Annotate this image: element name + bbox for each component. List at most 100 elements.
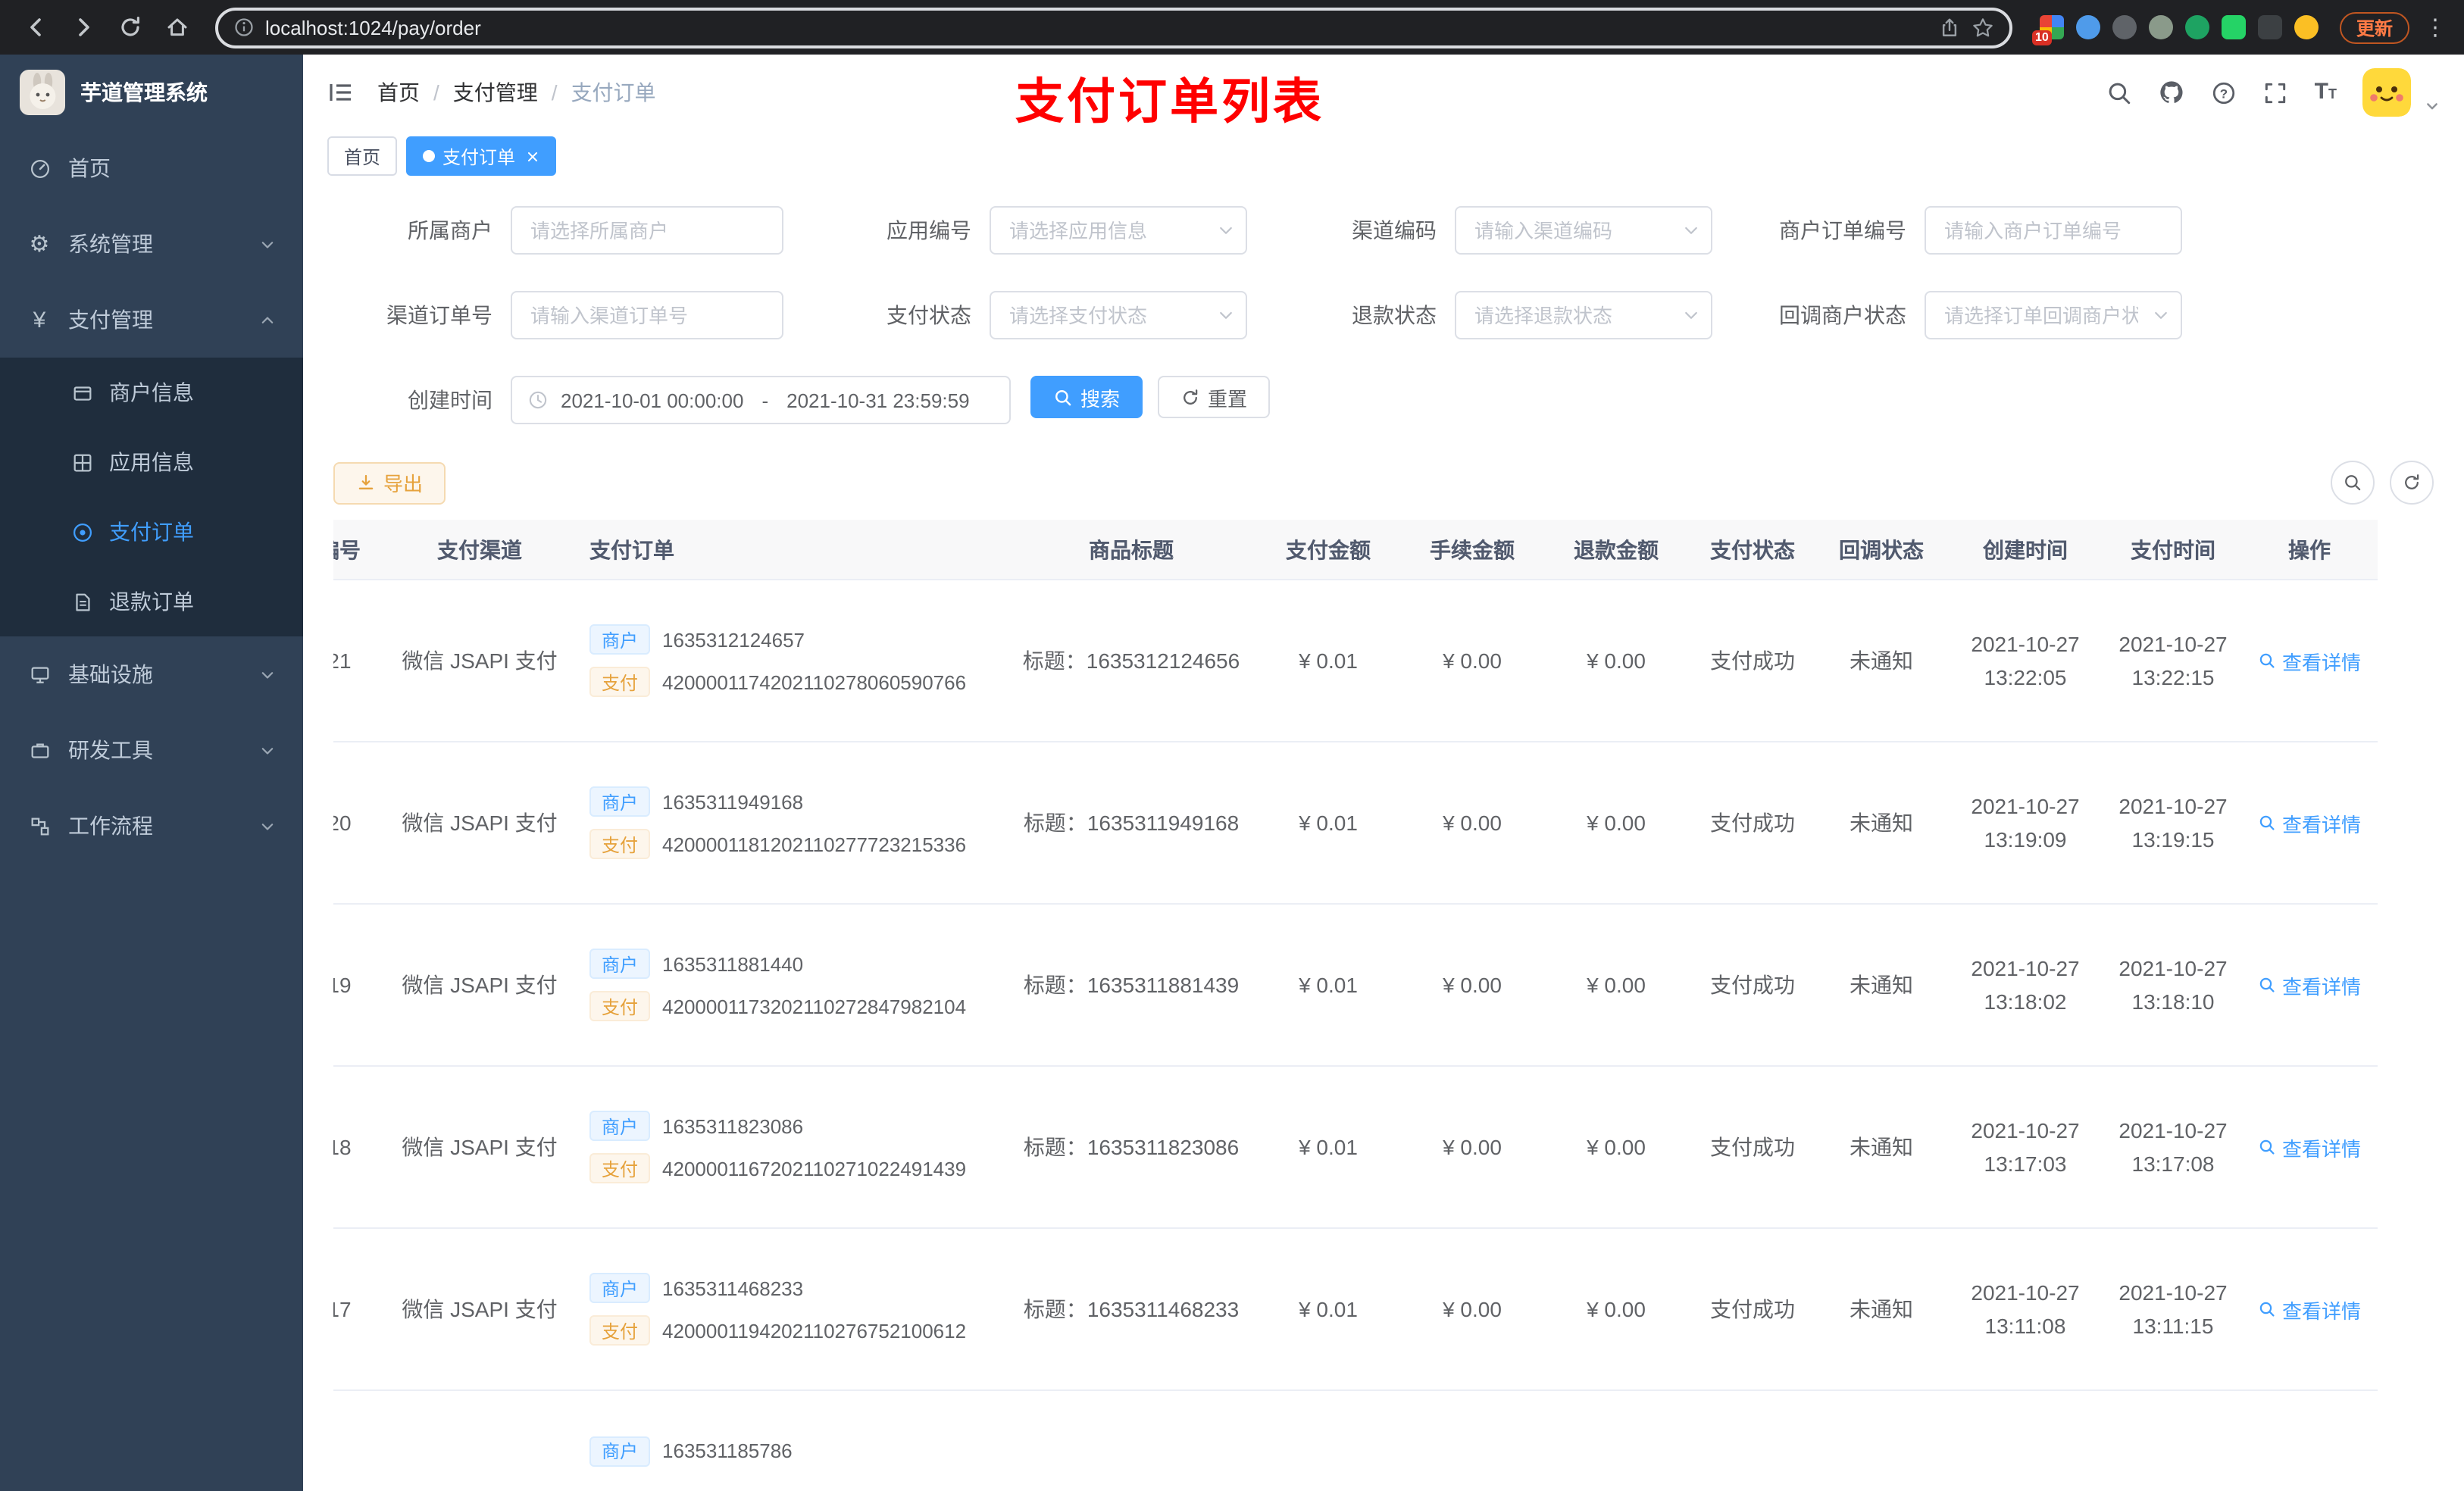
title-prefix: 标题： — [1023, 1297, 1087, 1321]
browser-update-button[interactable]: 更新 — [2339, 11, 2409, 43]
merchant-input[interactable] — [511, 206, 783, 255]
filter-merchant-order-no: 商户订单编号 — [1712, 206, 2182, 255]
reload-icon[interactable] — [109, 7, 150, 48]
view-detail-link[interactable]: 查看详情 — [2258, 971, 2361, 999]
cell-order: 商户 1635311881440 支付 42000011732021102728… — [574, 949, 1006, 1021]
search-button[interactable]: 搜索 — [1030, 376, 1143, 418]
browser-profile-avatar[interactable] — [2294, 15, 2319, 39]
sidebar-item-system[interactable]: ⚙ 系统管理 — [0, 206, 303, 282]
user-avatar[interactable] — [2362, 68, 2411, 117]
sidebar-item-merchant-info[interactable]: 商户信息 — [0, 358, 303, 427]
sidebar-item-refund-order[interactable]: 退款订单 — [0, 567, 303, 636]
pay-order-no: 4200001167202110271022491439 — [662, 1157, 967, 1180]
title-prefix: 标题： — [1022, 649, 1087, 673]
url-bar[interactable]: localhost:1024/pay/order — [215, 7, 2012, 48]
cell-title: 标题：1635311468233 — [1006, 1294, 1256, 1324]
bookmark-star-icon[interactable] — [1972, 16, 1994, 39]
sidebar-item-app-info[interactable]: 应用信息 — [0, 427, 303, 497]
cell-channel: 微信 JSAPI 支付 — [402, 1135, 558, 1159]
toolbar-right — [2331, 461, 2434, 505]
view-detail-link[interactable]: 查看详情 — [2258, 808, 2361, 837]
cell-create-time: 2021-10-27 13:17:03 — [1946, 1113, 2105, 1181]
cell-id: 18 — [333, 1135, 352, 1159]
extension-sage-icon[interactable] — [2148, 15, 2173, 39]
date-separator: - — [761, 389, 769, 411]
extension-drop-icon[interactable] — [2075, 15, 2100, 39]
app-no-select[interactable] — [990, 206, 1247, 255]
fullscreen-icon[interactable] — [2263, 80, 2289, 105]
cell-channel: 微信 JSAPI 支付 — [402, 973, 558, 997]
home-icon[interactable] — [156, 7, 197, 48]
flow-icon — [27, 814, 52, 837]
channel-code-select[interactable] — [1455, 206, 1712, 255]
extension-puzzle-icon[interactable] — [2257, 15, 2282, 39]
help-icon[interactable]: ? — [2212, 80, 2237, 105]
pay-status-select[interactable] — [990, 291, 1247, 339]
cell-status: 支付成功 — [1710, 1135, 1795, 1159]
font-size-icon[interactable]: TT — [2315, 79, 2337, 106]
pay-tag: 支付 — [589, 667, 651, 697]
title-value: 1635311823086 — [1087, 1135, 1240, 1159]
forward-icon[interactable] — [62, 7, 103, 48]
breadcrumb-payment[interactable]: 支付管理 — [453, 77, 538, 108]
tab-home[interactable]: 首页 — [327, 136, 398, 176]
sidebar-item-pay-order[interactable]: 支付订单 — [0, 497, 303, 567]
site-info-icon[interactable] — [233, 17, 255, 38]
cell-pay-time: 2021-10-27 13:17:08 — [2105, 1113, 2241, 1181]
reset-button[interactable]: 重置 — [1158, 376, 1271, 418]
field-label: 所属商户 — [408, 218, 492, 242]
field-label: 渠道编码 — [1352, 218, 1437, 242]
cell-refund: ¥ 0.00 — [1587, 973, 1646, 997]
pay-tag: 支付 — [589, 829, 651, 859]
pay-date: 2021-10-27 — [2118, 631, 2228, 656]
title-prefix: 标题： — [1023, 1135, 1087, 1159]
sidebar-item-devtools[interactable]: 研发工具 — [0, 712, 303, 788]
back-icon[interactable] — [15, 7, 56, 48]
cell-pay-time: 2021-10-27 13:18:10 — [2105, 951, 2241, 1019]
refund-status-select[interactable] — [1455, 291, 1712, 339]
pay-tag: 支付 — [589, 1315, 651, 1346]
sidebar-item-payment[interactable]: ¥ 支付管理 — [0, 282, 303, 358]
search-icon[interactable] — [2107, 80, 2133, 105]
cell-refund: ¥ 0.00 — [1587, 649, 1646, 673]
tab-pay-order[interactable]: 支付订单 — [406, 136, 557, 176]
merchant-order-no-input[interactable] — [1925, 206, 2182, 255]
refresh-button[interactable] — [2390, 461, 2434, 505]
cell-notify: 未通知 — [1850, 649, 1913, 673]
export-button[interactable]: 导出 — [333, 461, 446, 504]
extension-square-icon[interactable] — [2221, 15, 2246, 39]
extension-grid-icon[interactable]: 10 — [2031, 15, 2064, 45]
title-value: 1635312124656 — [1086, 649, 1240, 673]
cell-create-time: 2021-10-27 13:19:09 — [1946, 789, 2105, 857]
sidebar-item-label: 研发工具 — [68, 738, 153, 762]
close-icon[interactable] — [526, 149, 539, 163]
toggle-search-button[interactable] — [2331, 461, 2375, 505]
hamburger-icon[interactable] — [327, 79, 355, 106]
col-header-create-time: 创建时间 — [1983, 537, 2068, 561]
view-detail-link[interactable]: 查看详情 — [2258, 1133, 2361, 1161]
sidebar-item-home[interactable]: 首页 — [0, 130, 303, 206]
view-detail-link[interactable]: 查看详情 — [2258, 1295, 2361, 1324]
pay-time: 13:11:15 — [2132, 1314, 2214, 1338]
github-icon[interactable] — [2159, 79, 2186, 106]
extension-dark-icon[interactable] — [2112, 15, 2137, 39]
date-range-picker[interactable]: 2021-10-01 00:00:00 - 2021-10-31 23:59:5… — [511, 376, 1011, 424]
app-frame: 芋道管理系统 首页 ⚙ 系统管理 ¥ 支付管理 商户信息 应用信息 支付订单 退… — [0, 55, 2464, 1491]
sidebar-item-infra[interactable]: 基础设施 — [0, 636, 303, 712]
cell-channel: 微信 JSAPI 支付 — [402, 811, 558, 835]
pay-order-no: 4200001194202110276752100612 — [662, 1319, 967, 1342]
breadcrumb-home[interactable]: 首页 — [377, 77, 420, 108]
view-detail-link[interactable]: 查看详情 — [2258, 646, 2361, 675]
table-row: 21 微信 JSAPI 支付 商户 1635312124657 支付 42000… — [333, 580, 2378, 742]
extension-green-icon[interactable] — [2184, 15, 2209, 39]
share-icon[interactable] — [1938, 16, 1961, 39]
notify-status-select[interactable] — [1925, 291, 2182, 339]
sidebar-item-workflow[interactable]: 工作流程 — [0, 788, 303, 864]
sidebar-logo[interactable]: 芋道管理系统 — [0, 55, 303, 130]
browser-menu-icon[interactable]: ⋮ — [2422, 14, 2449, 41]
sidebar-item-label: 基础设施 — [68, 662, 153, 686]
caret-down-icon[interactable] — [2425, 98, 2440, 114]
col-header-action: 操作 — [2288, 537, 2331, 561]
merchant-order-no: 1635311949168 — [662, 790, 804, 813]
channel-order-no-input[interactable] — [511, 291, 783, 339]
